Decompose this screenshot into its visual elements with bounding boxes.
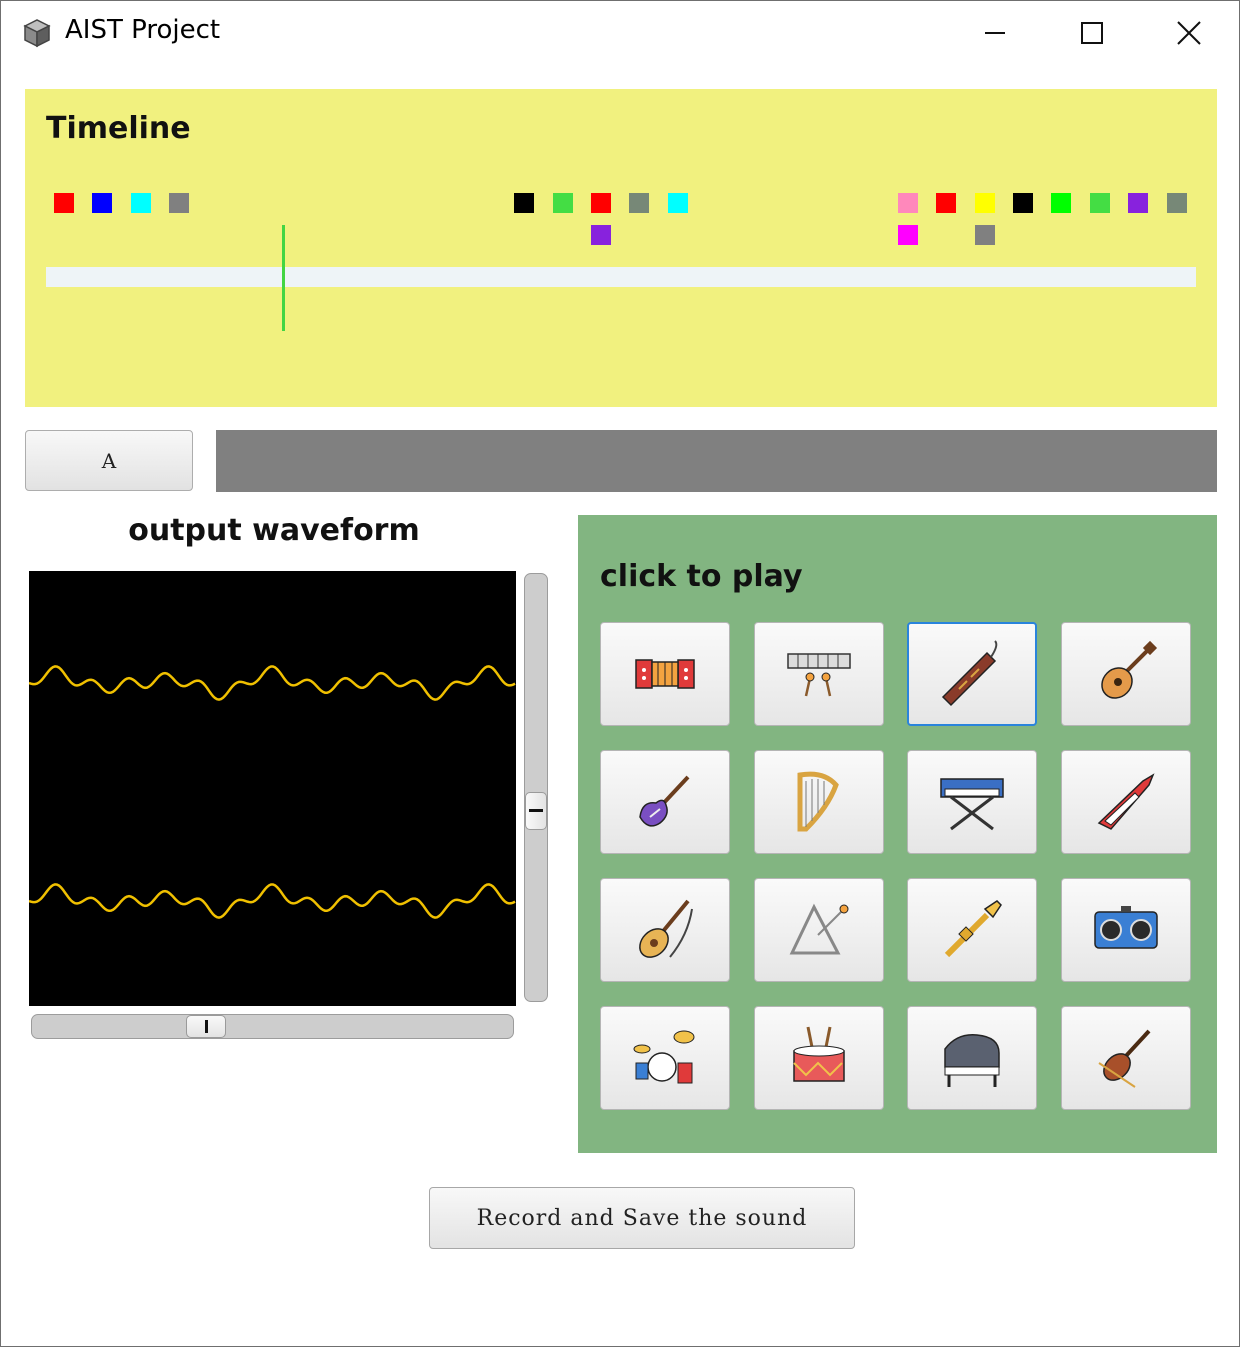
keytar-icon	[1097, 773, 1155, 830]
vertical-scrollbar[interactable]	[524, 573, 548, 1002]
timeline-panel: Timeline	[25, 89, 1217, 407]
waveform-channel-2	[28, 883, 516, 919]
instrument-button-harp[interactable]	[754, 750, 884, 854]
app-window: AIST Project Timeline A output waveform …	[0, 0, 1240, 1347]
timeline-mark	[1013, 193, 1033, 213]
cube-icon	[23, 19, 51, 48]
electric-guitar-icon	[639, 775, 690, 827]
snare-drum-icon	[793, 1026, 845, 1082]
timeline-mark	[936, 193, 956, 213]
maximize-icon	[1081, 22, 1103, 44]
timeline-mark	[591, 193, 611, 213]
sitar-icon	[639, 899, 693, 958]
instrument-button-electric-guitar[interactable]	[600, 750, 730, 854]
waveform-plot	[28, 665, 516, 919]
timeline-mark	[553, 193, 573, 213]
timeline-mark	[975, 225, 995, 245]
instrument-panel: click to play	[578, 515, 1217, 1153]
horizontal-scrollbar[interactable]	[31, 1014, 514, 1039]
window-title: AIST Project	[65, 15, 221, 45]
triangle-icon	[789, 903, 849, 955]
timeline-mark	[92, 193, 112, 213]
instrument-button-accordion[interactable]	[600, 622, 730, 726]
instrument-button-trumpet[interactable]	[907, 878, 1037, 982]
timeline-mark	[1051, 193, 1071, 213]
instrument-button-acoustic-guitar[interactable]	[1061, 622, 1191, 726]
waveform-display	[28, 571, 516, 1006]
instrument-panel-title: click to play	[600, 559, 803, 594]
timeline-mark	[629, 193, 649, 213]
timeline-mark	[668, 193, 688, 213]
instrument-button-bassoon[interactable]	[907, 622, 1037, 726]
timeline-mark	[54, 193, 74, 213]
key-a-button[interactable]: A	[25, 430, 193, 491]
instrument-button-sitar[interactable]	[600, 878, 730, 982]
timeline-mark	[514, 193, 534, 213]
horizontal-scroll-thumb[interactable]	[186, 1015, 227, 1038]
instrument-button-grand-piano[interactable]	[907, 1006, 1037, 1110]
acoustic-guitar-icon	[1101, 640, 1158, 699]
timeline-mark	[131, 193, 151, 213]
instrument-button-keyboard[interactable]	[907, 750, 1037, 854]
instrument-button-boombox[interactable]	[1061, 878, 1191, 982]
timeline-mark	[898, 225, 918, 245]
timeline-mark	[898, 193, 918, 213]
close-icon	[1177, 21, 1201, 45]
close-button[interactable]	[1159, 9, 1219, 57]
boombox-icon	[1094, 906, 1158, 949]
instrument-button-xylophone[interactable]	[754, 622, 884, 726]
timeline-cursor[interactable]	[281, 225, 285, 331]
timeline-mark	[1167, 193, 1187, 213]
harp-icon	[797, 771, 839, 832]
instrument-button-triangle[interactable]	[754, 878, 884, 982]
drum-kit-icon	[633, 1030, 695, 1084]
minimize-button[interactable]	[965, 9, 1025, 57]
instrument-button-violin[interactable]	[1061, 1006, 1191, 1110]
title-bar: AIST Project	[1, 1, 1239, 65]
timeline-track[interactable]	[46, 267, 1196, 287]
bassoon-icon	[941, 640, 998, 707]
key-status-bar	[216, 430, 1217, 492]
waveform-title: output waveform	[128, 513, 420, 548]
keyboard-icon	[940, 778, 1004, 831]
vertical-scroll-thumb[interactable]	[525, 791, 547, 830]
maximize-button[interactable]	[1062, 9, 1122, 57]
xylophone-icon	[787, 653, 851, 697]
instrument-button-snare-drum[interactable]	[754, 1006, 884, 1110]
timeline-title: Timeline	[46, 111, 191, 146]
trumpet-icon	[944, 900, 1002, 958]
violin-icon	[1098, 1029, 1151, 1088]
accordion-icon	[635, 659, 695, 689]
timeline-mark	[591, 225, 611, 245]
minimize-icon	[985, 32, 1005, 34]
instrument-button-keytar[interactable]	[1061, 750, 1191, 854]
instrument-button-drum-kit[interactable]	[600, 1006, 730, 1110]
waveform-channel-1	[28, 665, 516, 701]
timeline-mark	[1090, 193, 1110, 213]
grand-piano-icon	[944, 1034, 1000, 1087]
timeline-mark	[169, 193, 189, 213]
record-save-button[interactable]: Record and Save the sound	[429, 1187, 855, 1249]
timeline-mark	[1128, 193, 1148, 213]
timeline-mark	[975, 193, 995, 213]
